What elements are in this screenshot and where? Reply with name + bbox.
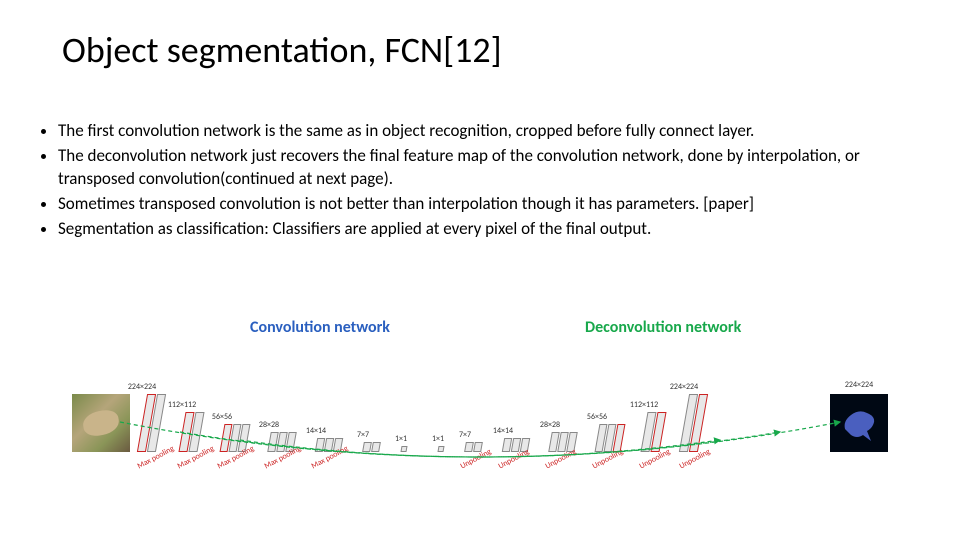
feature-dim-label: 56×56 xyxy=(212,412,232,422)
feature-map-slab xyxy=(437,446,444,452)
input-image: 224×224 xyxy=(72,394,130,452)
bullet-item: The first convolution network is the sam… xyxy=(58,120,920,143)
slide-title: Object segmentation, FCN[12] xyxy=(0,0,960,72)
feature-dim-label: 224×224 xyxy=(670,382,698,392)
bullet-item: Sometimes transposed convolution is not … xyxy=(58,193,920,216)
feature-map-slab xyxy=(400,446,407,452)
feature-dim-label: 7×7 xyxy=(357,430,369,440)
feature-dim-label: 112×112 xyxy=(168,400,196,410)
fcn-architecture-diagram: Convolution network Deconvolution networ… xyxy=(60,310,900,490)
feature-dim-label: 1×1 xyxy=(395,434,407,444)
output-dim-label: 224×224 xyxy=(845,380,873,390)
bullet-item: Segmentation as classification: Classifi… xyxy=(58,218,920,241)
feature-dim-label: 1×1 xyxy=(432,434,444,444)
deconvolution-network-label: Deconvolution network xyxy=(585,318,741,337)
feature-dim-label: 28×28 xyxy=(540,420,560,430)
output-segmentation-map: 224×224 xyxy=(830,394,888,452)
feature-dim-label: 28×28 xyxy=(259,420,279,430)
segmentation-silhouette-icon xyxy=(837,401,881,445)
feature-dim-label: 56×56 xyxy=(587,412,607,422)
convolution-network-label: Convolution network xyxy=(250,318,390,337)
bullet-item: The deconvolution network just recovers … xyxy=(58,145,920,191)
feature-dim-label: 112×112 xyxy=(630,400,658,410)
feature-dim-label: 7×7 xyxy=(459,430,471,440)
feature-dim-label: 224×224 xyxy=(128,382,156,392)
feature-map-slab xyxy=(371,442,381,452)
feature-dim-label: 14×14 xyxy=(306,426,326,436)
feature-dim-label: 14×14 xyxy=(493,426,513,436)
bullet-list: The first convolution network is the sam… xyxy=(0,72,960,241)
